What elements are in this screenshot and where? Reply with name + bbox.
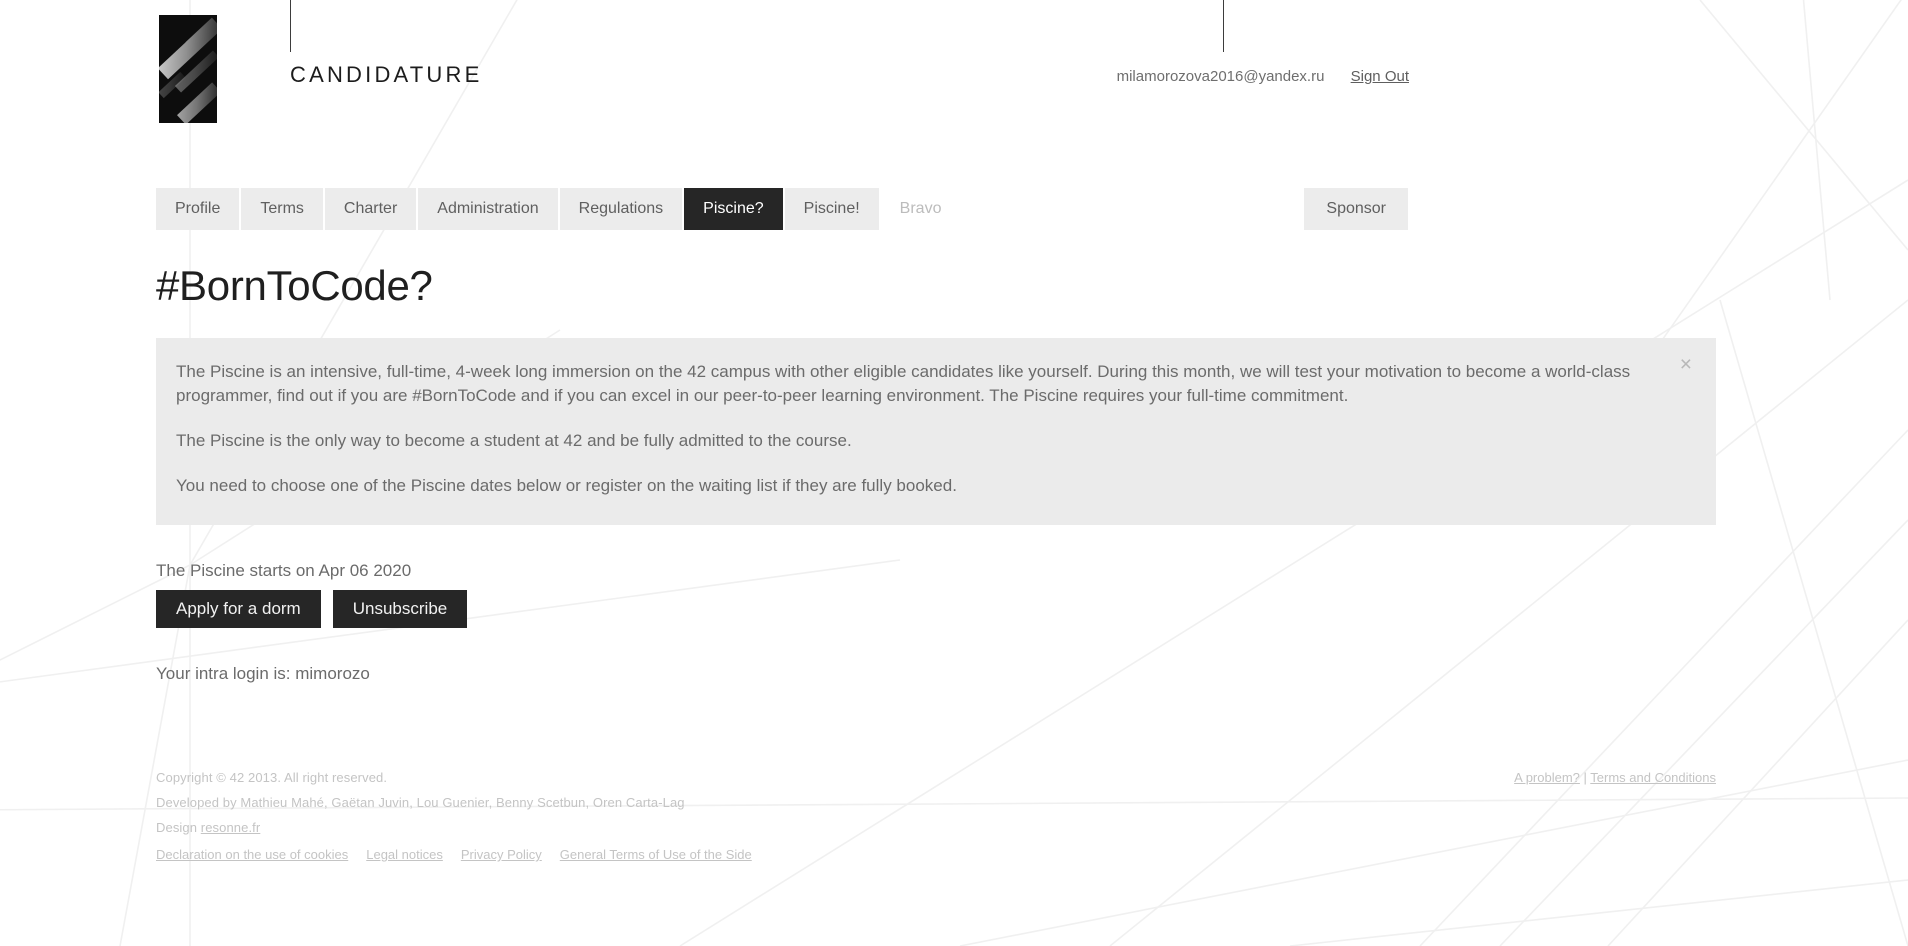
info-paragraph-3: You need to choose one of the Piscine da…: [176, 476, 957, 496]
info-paragraph-2: The Piscine is the only way to become a …: [176, 431, 852, 451]
nav-item-regulations[interactable]: Regulations: [559, 188, 683, 230]
sponsor-button[interactable]: Sponsor: [1304, 188, 1408, 230]
footer-right-separator: |: [1579, 770, 1591, 785]
main-nav: Profile Terms Charter Administration Reg…: [156, 188, 960, 230]
close-icon[interactable]: ×: [1680, 354, 1692, 375]
nav-item-piscine-question[interactable]: Piscine?: [684, 188, 783, 230]
piscine-info-panel: × The Piscine is an intensive, full-time…: [156, 338, 1716, 525]
page-root: CANDIDATURE milamorozova2016@yandex.ru S…: [0, 0, 1908, 946]
footer-link-cookies[interactable]: Declaration on the use of cookies: [156, 847, 348, 862]
footer-link-terms-conditions[interactable]: Terms and Conditions: [1590, 770, 1716, 785]
account-area: milamorozova2016@yandex.ru Sign Out: [1117, 68, 1409, 85]
footer-link-a-problem[interactable]: A problem?: [1514, 770, 1580, 785]
sign-out-link[interactable]: Sign Out: [1351, 68, 1409, 85]
nav-item-piscine-exclaim[interactable]: Piscine!: [784, 188, 879, 230]
footer-link-privacy-policy[interactable]: Privacy Policy: [461, 847, 542, 862]
nav-item-administration[interactable]: Administration: [418, 188, 558, 230]
piscine-start-date: The Piscine starts on Apr 06 2020: [156, 560, 412, 580]
intra-login-text: Your intra login is: mimorozo: [156, 663, 370, 683]
nav-item-bravo: Bravo: [899, 200, 942, 217]
footer-design: Design resonne.fr: [156, 820, 1716, 835]
apply-for-dorm-button[interactable]: Apply for a dorm: [156, 589, 321, 628]
footer-link-general-terms[interactable]: General Terms of Use of the Side: [560, 847, 752, 862]
brand-title: CANDIDATURE: [290, 62, 483, 87]
account-email: milamorozova2016@yandex.ru: [1116, 68, 1325, 85]
info-paragraph-1: The Piscine is an intensive, full-time, …: [176, 362, 1631, 406]
footer-developed-by: Developed by Mathieu Mahé, Gaëtan Juvin,…: [156, 795, 685, 810]
42-logo-icon: [159, 15, 217, 123]
header-divider-left: [290, 0, 291, 52]
footer-link-row: Declaration on the use of cookies Legal …: [156, 847, 1716, 862]
nav-item-terms[interactable]: Terms: [241, 188, 323, 230]
footer-link-legal-notices[interactable]: Legal notices: [366, 847, 443, 862]
unsubscribe-button[interactable]: Unsubscribe: [332, 589, 468, 628]
nav-item-charter[interactable]: Charter: [324, 188, 417, 230]
footer-design-link[interactable]: resonne.fr: [201, 820, 261, 835]
action-button-row: Apply for a dorm Unsubscribe: [156, 589, 1716, 628]
footer-design-prefix: Design: [156, 820, 201, 835]
site-footer: Copyright © 42 2013. All right reserved.…: [156, 770, 1716, 862]
site-header: CANDIDATURE milamorozova2016@yandex.ru S…: [0, 0, 1908, 160]
header-divider-right: [1223, 0, 1224, 52]
nav-item-profile[interactable]: Profile: [156, 188, 240, 230]
page-title: #BornToCode?: [156, 262, 433, 309]
footer-right-links: A problem? | Terms and Conditions: [1514, 770, 1716, 785]
main-content: #BornToCode? × The Piscine is an intensi…: [156, 262, 1716, 684]
footer-copyright: Copyright © 42 2013. All right reserved.: [156, 770, 388, 785]
